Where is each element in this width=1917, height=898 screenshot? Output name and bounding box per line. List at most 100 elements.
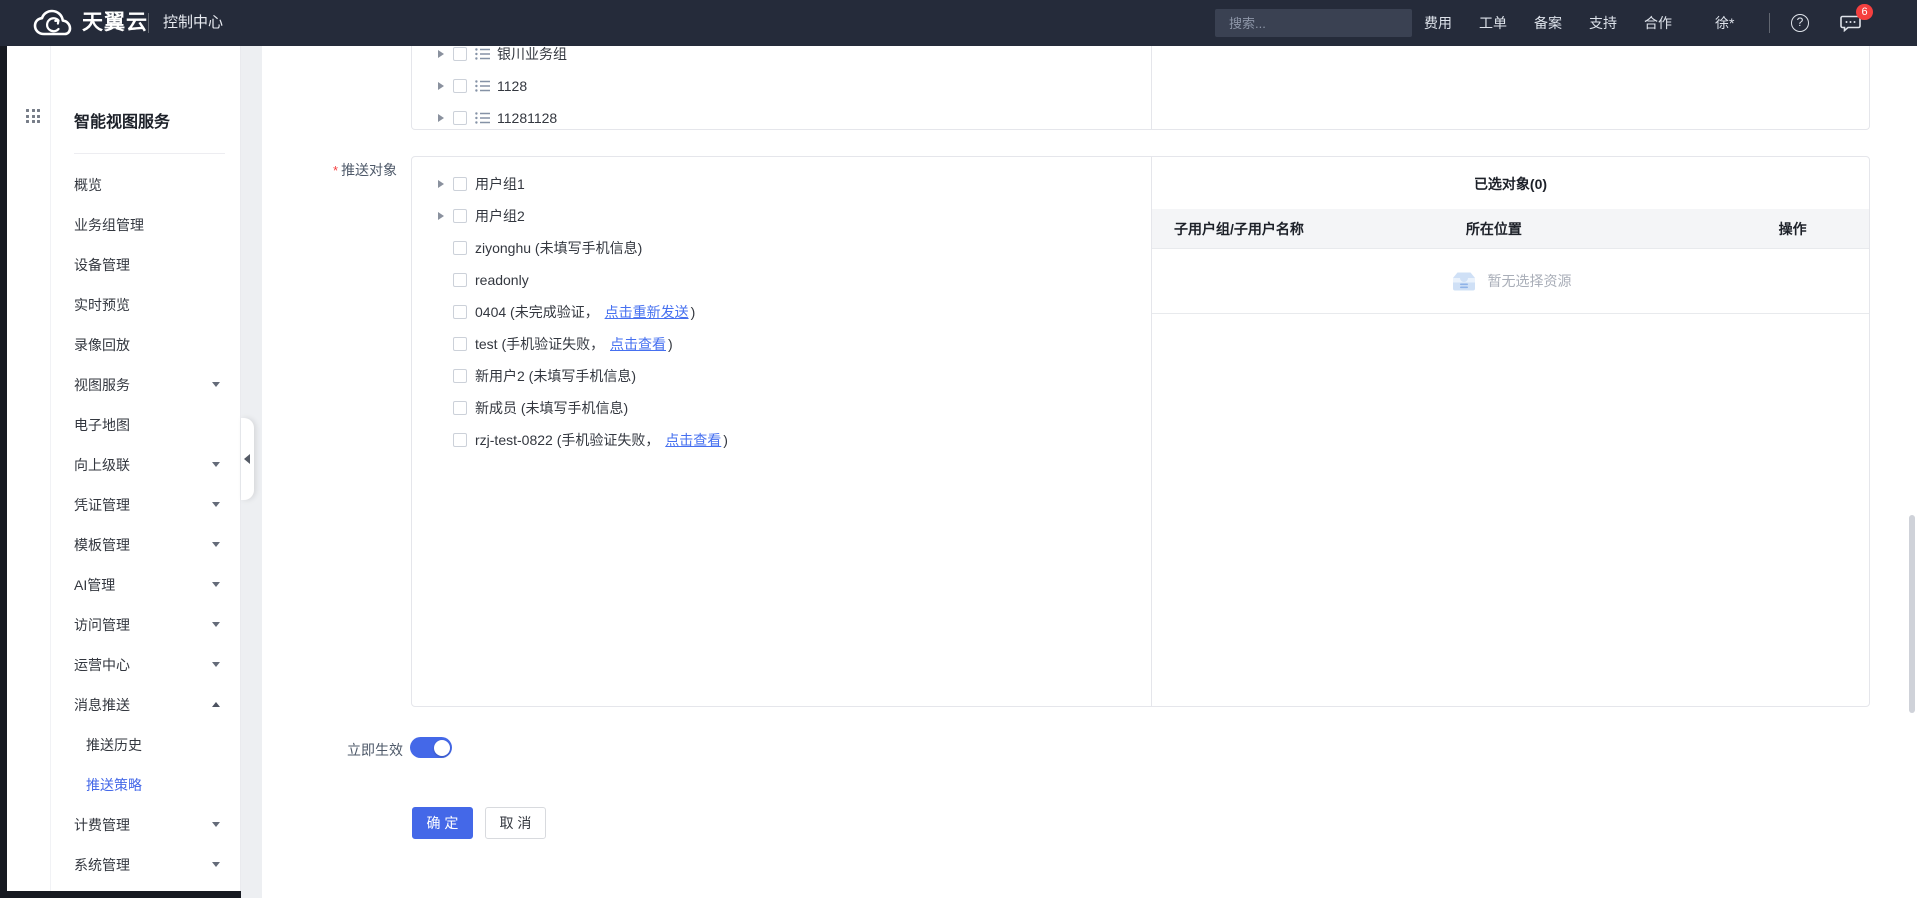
sidebar-item-label: 运营中心 xyxy=(74,657,130,673)
push-target-item[interactable]: ziyonghu (未填写手机信息) xyxy=(412,232,1151,264)
sidebar-item-label: 概览 xyxy=(74,177,102,193)
sidebar-item[interactable]: 消息推送 xyxy=(51,685,240,725)
apps-grid-icon[interactable] xyxy=(26,109,41,124)
sidebar-item-label: 向上级联 xyxy=(74,457,130,473)
sidebar-item[interactable]: 向上级联 xyxy=(51,445,240,485)
chevron-down-icon xyxy=(212,662,220,667)
checkbox[interactable] xyxy=(453,433,467,447)
checkbox[interactable] xyxy=(453,47,467,61)
topnav-item[interactable]: 费用 xyxy=(1424,13,1452,33)
sidebar-item[interactable]: 计费管理 xyxy=(51,805,240,845)
sidebar-item[interactable]: 凭证管理 xyxy=(51,485,240,525)
sidebar-item[interactable]: 设备管理 xyxy=(51,245,240,285)
expander-icon[interactable] xyxy=(438,82,444,90)
topnav-item[interactable]: 支持 xyxy=(1589,13,1617,33)
verification-link[interactable]: 点击查看 xyxy=(610,334,666,354)
sidebar-divider xyxy=(74,153,225,154)
checkbox[interactable] xyxy=(453,241,467,255)
sidebar-item[interactable]: 实时预览 xyxy=(51,285,240,325)
tree-item[interactable]: 银川业务组 xyxy=(412,46,1151,70)
brand-title[interactable]: 天翼云 xyxy=(82,0,148,46)
sidebar-item[interactable]: 系统管理 xyxy=(51,845,240,885)
push-target-label[interactable]: test (手机验证失败， xyxy=(475,334,604,354)
help-icon[interactable]: ? xyxy=(1791,14,1809,32)
search-input[interactable] xyxy=(1229,16,1405,31)
cancel-button[interactable]: 取 消 xyxy=(485,807,546,839)
sidebar-item[interactable]: 运营中心 xyxy=(51,645,240,685)
push-target-item[interactable]: 新用户2 (未填写手机信息) xyxy=(412,360,1151,392)
checkbox[interactable] xyxy=(453,305,467,319)
expander-icon[interactable] xyxy=(438,212,444,220)
checkbox[interactable] xyxy=(453,273,467,287)
push-target-label[interactable]: 用户组1 xyxy=(475,174,525,194)
topbar-divider xyxy=(1769,13,1770,33)
expander-icon[interactable] xyxy=(438,180,444,188)
topnav-item[interactable]: 备案 xyxy=(1534,13,1562,33)
push-target-item[interactable]: 新成员 (未填写手机信息) xyxy=(412,392,1151,424)
tree-item-label[interactable]: 1128 xyxy=(497,78,527,94)
sidebar-item[interactable]: 概览 xyxy=(51,165,240,205)
tree-item[interactable]: 1128 xyxy=(412,70,1151,102)
sidebar-item[interactable]: 电子地图 xyxy=(51,405,240,445)
chevron-left-icon xyxy=(244,454,250,464)
topnav-item[interactable]: 工单 xyxy=(1479,13,1507,33)
sidebar-item[interactable]: 访问管理 xyxy=(51,605,240,645)
checkbox[interactable] xyxy=(453,209,467,223)
verification-link[interactable]: 点击重新发送 xyxy=(605,302,689,322)
push-target-field-label: *推送对象 xyxy=(333,160,397,180)
effective-now-toggle[interactable] xyxy=(410,737,452,758)
checkbox[interactable] xyxy=(453,369,467,383)
chevron-down-icon xyxy=(212,822,220,827)
console-title[interactable]: 控制中心 xyxy=(163,0,223,46)
push-target-item[interactable]: readonly xyxy=(412,264,1151,296)
tree-item-label[interactable]: 银川业务组 xyxy=(497,46,567,64)
push-target-label[interactable]: readonly xyxy=(475,272,529,288)
push-target-item[interactable]: test (手机验证失败， 点击查看 ) xyxy=(412,328,1151,360)
chevron-down-icon xyxy=(212,462,220,467)
push-target-label[interactable]: ziyonghu (未填写手机信息) xyxy=(475,238,642,258)
push-target-item[interactable]: 0404 (未完成验证， 点击重新发送 ) xyxy=(412,296,1151,328)
checkbox[interactable] xyxy=(453,177,467,191)
sidebar-item[interactable]: 模板管理 xyxy=(51,525,240,565)
column-header: 操作 xyxy=(1779,219,1869,239)
confirm-button[interactable]: 确 定 xyxy=(412,807,473,839)
user-menu[interactable]: 徐* xyxy=(1715,13,1734,33)
sidebar-footer-strip xyxy=(0,891,241,898)
notification-badge: 6 xyxy=(1856,4,1873,20)
verification-link[interactable]: 点击查看 xyxy=(665,430,721,450)
tree-item[interactable]: 11281128 xyxy=(412,102,1151,130)
sidebar-item[interactable]: 推送策略 xyxy=(51,765,240,805)
sidebar-item-label: 访问管理 xyxy=(74,617,130,633)
push-target-item[interactable]: 用户组2 xyxy=(412,200,1151,232)
search-box[interactable] xyxy=(1215,9,1412,37)
push-target-label[interactable]: 新用户2 (未填写手机信息) xyxy=(475,366,636,386)
sidebar-item[interactable]: 业务组管理 xyxy=(51,205,240,245)
expander-icon[interactable] xyxy=(438,114,444,122)
list-icon xyxy=(475,79,491,93)
push-target-item[interactable]: rzj-test-0822 (手机验证失败， 点击查看 ) xyxy=(412,424,1151,456)
sidebar-collapse-handle[interactable] xyxy=(241,418,254,500)
checkbox[interactable] xyxy=(453,401,467,415)
sidebar-item-label: 电子地图 xyxy=(74,417,130,433)
sidebar-item[interactable]: 推送历史 xyxy=(51,725,240,765)
topnav-item[interactable]: 合作 xyxy=(1644,13,1672,33)
sidebar-item[interactable]: AI管理 xyxy=(51,565,240,605)
tree-item-label[interactable]: 11281128 xyxy=(497,110,557,126)
cloud-logo-icon xyxy=(33,9,77,37)
checkbox[interactable] xyxy=(453,337,467,351)
push-target-label-suffix: ) xyxy=(723,432,728,448)
sidebar-item-label: 系统管理 xyxy=(74,857,130,873)
checkbox[interactable] xyxy=(453,79,467,93)
push-target-label[interactable]: rzj-test-0822 (手机验证失败， xyxy=(475,430,659,450)
checkbox[interactable] xyxy=(453,111,467,125)
resource-tree-panel: 银川业务组112811281128 xyxy=(411,46,1870,130)
sidebar-item[interactable]: 视图服务 xyxy=(51,365,240,405)
sidebar-item[interactable]: 录像回放 xyxy=(51,325,240,365)
vertical-scrollbar[interactable] xyxy=(1909,515,1915,713)
push-target-label[interactable]: 新成员 (未填写手机信息) xyxy=(475,398,628,418)
expander-icon[interactable] xyxy=(438,50,444,58)
push-target-item[interactable]: 用户组1 xyxy=(412,168,1151,200)
chevron-down-icon xyxy=(212,622,220,627)
push-target-label[interactable]: 用户组2 xyxy=(475,206,525,226)
push-target-label[interactable]: 0404 (未完成验证， xyxy=(475,302,599,322)
